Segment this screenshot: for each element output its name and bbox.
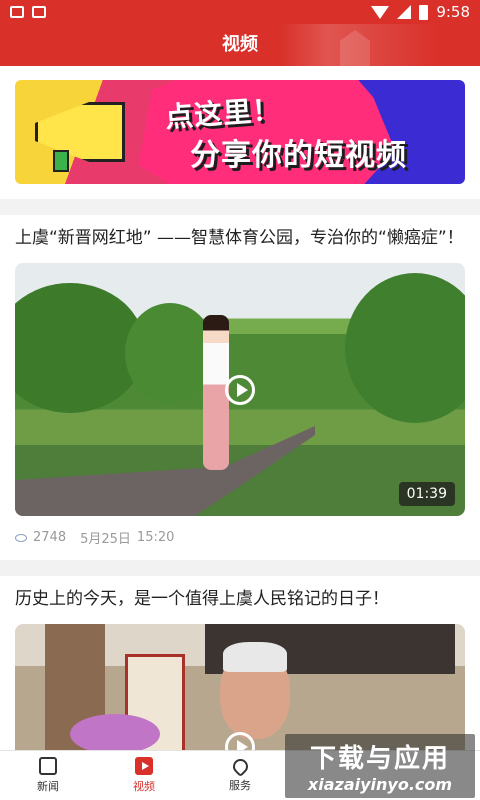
status-bar: 9:58 (0, 0, 480, 24)
tab-news-label: 新闻 (37, 780, 59, 793)
video-icon (135, 757, 153, 775)
banner-subheadline: 分享你的短视频 (190, 138, 407, 173)
news-title[interactable]: 上虞“新晋网红地” ——智慧体育公园，专治你的“懒癌症”！ (15, 225, 465, 251)
tab-video[interactable]: 视频 (96, 751, 192, 800)
wifi-icon (371, 5, 390, 19)
view-count: 2748 (33, 530, 67, 545)
video-feed[interactable]: 点这里！ 分享你的短视频 上虞“新晋网红地” ——智慧体育公园，专治你的“懒癌症… (0, 66, 480, 750)
banner-card: 点这里！ 分享你的短视频 (0, 66, 480, 199)
watermark: 下载与应用 xiazaiyinyo.com (285, 734, 475, 798)
video-thumbnail[interactable]: 01:39 (15, 263, 465, 516)
watermark-sub: xiazaiyinyo.com (307, 775, 453, 794)
news-meta: 2748 5月25日 15:20 (15, 516, 465, 560)
tree-foliage (125, 303, 215, 403)
video-duration: 01:39 (398, 482, 455, 506)
share-video-banner[interactable]: 点这里！ 分享你的短视频 (15, 80, 465, 184)
system-icons: 9:58 (371, 3, 470, 21)
news-item[interactable]: 历史上的今天，是一个值得上虞人民铭记的日子！ (0, 576, 480, 750)
signal-icon (397, 5, 412, 19)
image-notification-icon (10, 6, 24, 18)
tab-service[interactable]: 服务 (192, 751, 288, 800)
notification-icons (10, 6, 46, 18)
tab-video-label: 视频 (133, 780, 155, 793)
video-thumbnail[interactable] (15, 624, 465, 750)
watermark-main: 下载与应用 (309, 744, 450, 774)
play-icon[interactable] (225, 375, 255, 405)
tab-service-label: 服务 (229, 778, 251, 792)
app-header: 视频 (0, 24, 480, 66)
park-path (15, 426, 315, 516)
tree-foliage (345, 273, 465, 423)
banner-headline: 点这里！ (164, 92, 283, 135)
publish-time: 15:20 (136, 530, 175, 545)
page-title: 视频 (222, 34, 258, 55)
tab-news[interactable]: 新闻 (0, 751, 96, 800)
battery-icon (419, 4, 429, 20)
megaphone-icon (35, 102, 125, 162)
elderly-man-hair (223, 642, 287, 672)
news-icon (39, 757, 57, 775)
text-notification-icon (32, 6, 46, 18)
clock: 9:58 (436, 3, 470, 21)
news-title[interactable]: 历史上的今天，是一个值得上虞人民铭记的日子！ (15, 586, 465, 612)
news-item[interactable]: 上虞“新晋网红地” ——智慧体育公园，专治你的“懒癌症”！ 01:39 2748… (0, 215, 480, 560)
service-icon (229, 755, 251, 777)
megaphone-handle (53, 150, 69, 172)
flowers (70, 714, 160, 750)
publish-date: 5月25日 (80, 532, 131, 547)
views-icon (15, 533, 27, 542)
